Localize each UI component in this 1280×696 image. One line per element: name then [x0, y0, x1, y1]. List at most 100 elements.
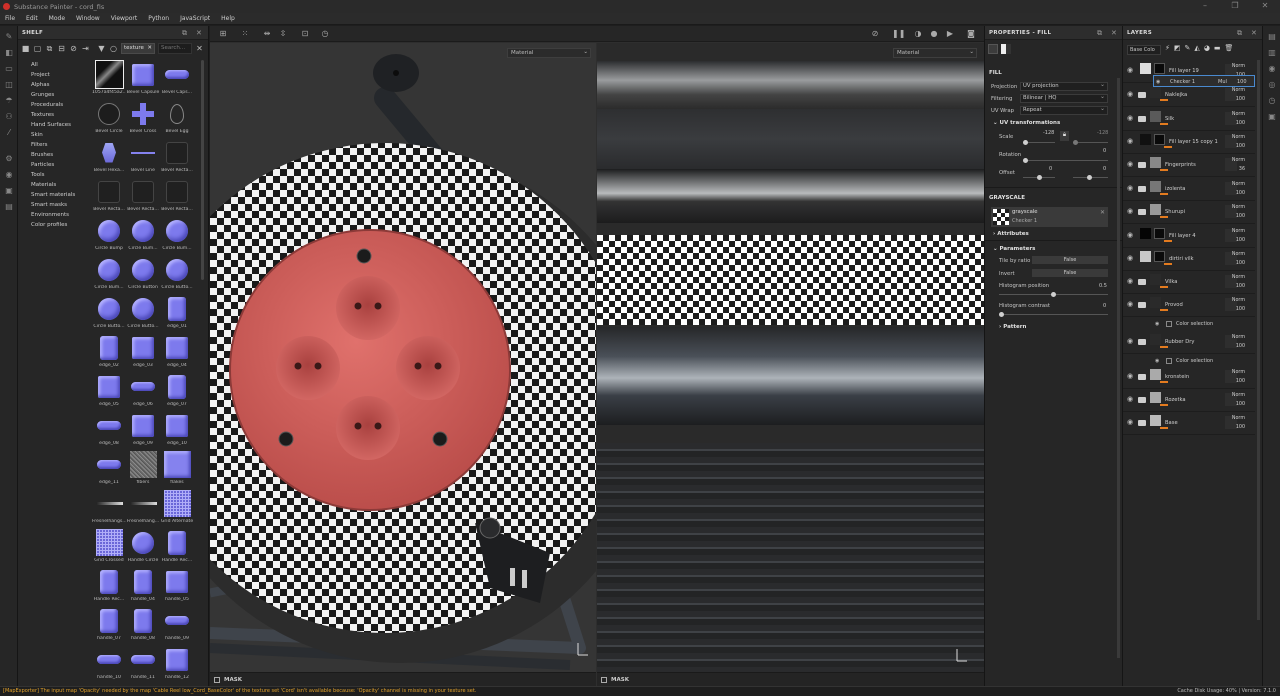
shelf-resource-item[interactable]: edge_01	[160, 294, 194, 333]
float-icon[interactable]: ⧉	[182, 26, 187, 40]
projection-icon[interactable]: ▭	[3, 62, 15, 74]
parameters-section[interactable]: ⌄ Parameters	[993, 246, 1035, 252]
shelf-resource-item[interactable]: edge_06	[126, 372, 160, 411]
shelf-category-item[interactable]: Color profiles	[28, 220, 92, 230]
folder-icon[interactable]	[1138, 186, 1146, 192]
copy-icon[interactable]: ⧉	[45, 44, 54, 53]
visibility-eye-icon[interactable]: ◉	[1127, 208, 1135, 215]
layer-mask-thumbnail[interactable]	[1154, 251, 1165, 262]
folder-icon[interactable]: ■	[21, 44, 30, 53]
shelf-category-item[interactable]: Tools	[28, 170, 92, 180]
render-icon[interactable]: ●	[929, 29, 939, 39]
offset-value-b[interactable]: 0	[1103, 166, 1106, 172]
shelf-resource-item[interactable]: edge_05	[92, 372, 126, 411]
layer-name[interactable]: Provod	[1165, 302, 1183, 308]
layer-name[interactable]: dirtiri vilk	[1169, 256, 1194, 262]
layer-blend-mode[interactable]: Norm	[1232, 180, 1245, 189]
viewport-2d-channel-select[interactable]: Material ⌄	[893, 48, 977, 58]
uv-transform-section[interactable]: ⌄ UV transformations	[993, 120, 1060, 126]
layer-blend-mode[interactable]: Norm	[1232, 414, 1245, 423]
clone-icon[interactable]: ⚇	[3, 110, 15, 122]
histogram-contrast-slider[interactable]	[999, 312, 1108, 317]
shelf-resource-item[interactable]: Circle Butto...	[160, 255, 194, 294]
grid-view-icon[interactable]: ⊞	[218, 29, 228, 39]
scale-lock-icon[interactable]: 🔒︎	[1060, 131, 1069, 141]
shelf-category-item[interactable]: Project	[28, 70, 92, 80]
shelf-category-item[interactable]: Brushes	[28, 150, 92, 160]
effect-checkbox[interactable]	[1166, 321, 1172, 327]
attributes-section[interactable]: › Attributes	[993, 231, 1029, 237]
layer-opacity-value[interactable]: 100	[1232, 400, 1245, 409]
layer-blend-mode[interactable]: Norm	[1232, 273, 1245, 282]
layer-name[interactable]: Fill layer 15 copy 1	[1169, 139, 1218, 145]
histogram-contrast-value[interactable]: 0	[1103, 303, 1106, 309]
shelf-resource-item[interactable]: handle_04	[126, 567, 160, 606]
layer-blend-mode[interactable]: Norm	[1232, 227, 1245, 236]
layer-row[interactable]: ◉ Fill layer 15 copy 1 Norm 100	[1123, 131, 1255, 154]
visibility-eye-icon[interactable]: ◉	[1127, 301, 1135, 308]
hide-icon[interactable]: ⊘	[69, 44, 78, 53]
effect-row-checker[interactable]: ◉ Checker 1 Mul 100	[1153, 75, 1255, 87]
scale-value-a[interactable]: -128	[1043, 130, 1054, 136]
shelf-resource-item[interactable]: edge_04	[160, 333, 194, 372]
layer-row[interactable]: ◉ izolenta Norm 100	[1123, 178, 1255, 201]
layer-blend-mode[interactable]: Norm	[1232, 250, 1245, 259]
close-icon[interactable]: ✕	[1111, 26, 1117, 40]
visibility-eye-icon[interactable]: ◉	[1127, 255, 1135, 262]
folder-icon[interactable]	[1138, 279, 1146, 285]
layer-row[interactable]: ◉ Rubber Dry Norm 100	[1123, 331, 1255, 354]
visibility-eye-icon[interactable]: ◉	[1127, 373, 1135, 380]
delete-icon[interactable]: 🗑︎	[1225, 44, 1238, 52]
rotation-slider[interactable]	[1023, 158, 1108, 163]
layer-opacity-value[interactable]: 100	[1232, 377, 1245, 386]
pattern-section[interactable]: › Pattern	[999, 324, 1026, 330]
shelf-category-item[interactable]: Filters	[28, 140, 92, 150]
layer-opacity-value[interactable]: 100	[1232, 282, 1245, 291]
layer-row[interactable]: ◉ dirtiri vilk Norm 100	[1123, 248, 1255, 271]
pause-icon[interactable]: ❚❚	[892, 29, 905, 39]
sort-icon[interactable]: ○	[109, 44, 118, 53]
texture-set-list-icon[interactable]: ▥	[1266, 46, 1278, 58]
shelf-resource-item[interactable]: Bevel Circle	[92, 99, 126, 138]
layer-name[interactable]: Naklejka	[1165, 92, 1187, 98]
visibility-eye-icon[interactable]: ◉	[1127, 185, 1135, 192]
picker-icon[interactable]: ⁄	[3, 126, 15, 138]
history-icon[interactable]: ◷	[1266, 94, 1278, 106]
layer-opacity-value[interactable]: 36	[1232, 165, 1245, 174]
layer-row[interactable]: ◉ Vilka Norm 100	[1123, 271, 1255, 294]
display-settings-icon[interactable]: ◉	[1266, 62, 1278, 74]
visibility-eye-icon[interactable]: ◉	[1127, 67, 1135, 74]
smart-mask-icon[interactable]: ◕	[1204, 44, 1214, 52]
mask-tab-icon[interactable]	[1001, 44, 1011, 54]
layer-row[interactable]: ◉ Fingerprints Norm 36	[1123, 154, 1255, 177]
shelf-category-item[interactable]: Grunges	[28, 90, 92, 100]
visibility-eye-icon[interactable]: ◉	[1155, 355, 1159, 367]
layer-row[interactable]: ◉ Provod Norm 100	[1123, 294, 1255, 317]
layer-name[interactable]: Base	[1165, 420, 1178, 426]
remove-resource-icon[interactable]: ✕	[1100, 209, 1105, 216]
shelf-resource-item[interactable]: Bevel Recta...	[160, 138, 194, 177]
layer-opacity-value[interactable]: 100	[1232, 236, 1245, 245]
mirror-y-icon[interactable]: ⇳	[278, 29, 288, 39]
shader-settings-icon[interactable]: ◎	[1266, 78, 1278, 90]
folder-icon[interactable]	[1138, 302, 1146, 308]
layer-name[interactable]: Rozetka	[1165, 397, 1186, 403]
filtering-dropdown[interactable]: Bilinear | HQ	[1020, 93, 1108, 103]
visibility-eye-icon[interactable]: ◉	[1127, 91, 1135, 98]
layer-name[interactable]: kronstein	[1165, 374, 1189, 380]
shelf-resource-item[interactable]: handle_11	[126, 645, 160, 684]
shelf-resource-item[interactable]: Fresnelhang...	[126, 489, 160, 528]
shelf-category-item[interactable]: Particles	[28, 160, 92, 170]
shelf-resource-item[interactable]: edge_07	[160, 372, 194, 411]
layer-name[interactable]: Fill layer 4	[1169, 233, 1196, 239]
shelf-resource-item[interactable]: Grid Alternate	[160, 489, 194, 528]
close-icon[interactable]: ✕	[196, 26, 202, 40]
scale-slider-a[interactable]	[1023, 140, 1055, 145]
channel-select[interactable]: Base Colo	[1127, 45, 1161, 55]
layer-row[interactable]: ◉ Silk Norm 100	[1123, 108, 1255, 131]
shelf-resource-item[interactable]: handle_07	[92, 606, 126, 645]
mirror-x-icon[interactable]: ⇹	[262, 29, 272, 39]
menu-file[interactable]: File	[0, 15, 21, 22]
visibility-eye-icon[interactable]: ◉	[1127, 115, 1135, 122]
folder-icon[interactable]	[1138, 339, 1146, 345]
